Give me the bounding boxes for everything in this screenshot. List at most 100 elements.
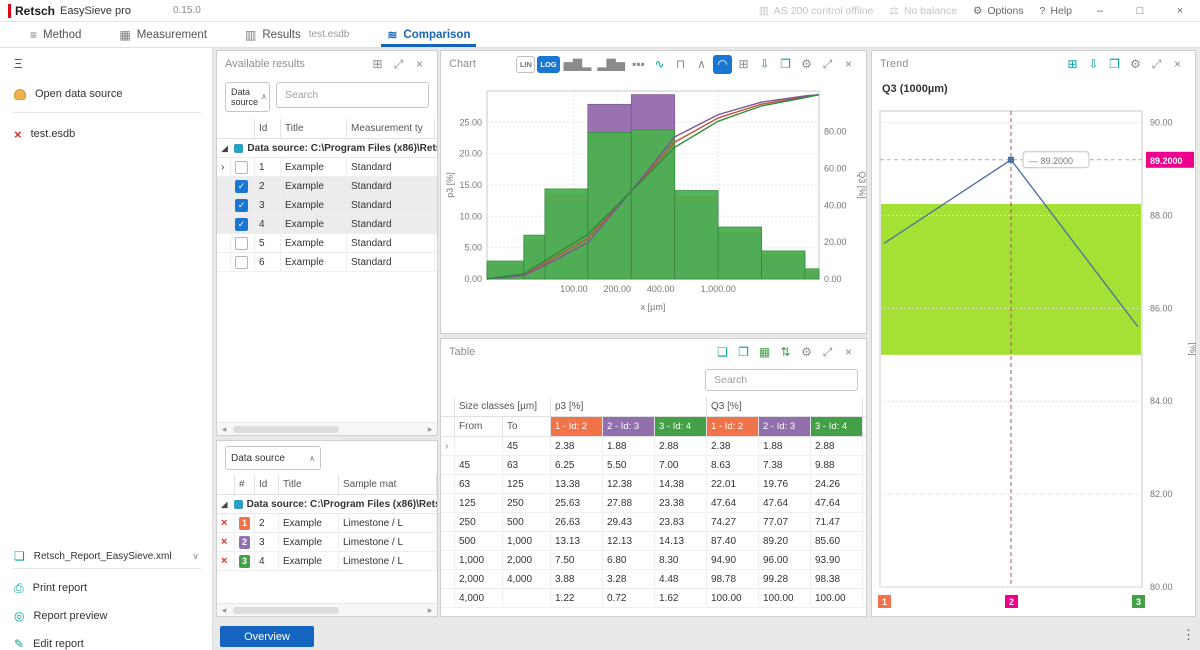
table-row[interactable]: 5001,00013.1312.1314.1387.4089.2085.60 (441, 532, 866, 551)
scroll-left-icon[interactable]: ◂ (217, 605, 231, 616)
table-columns-button[interactable]: ▦ (755, 343, 774, 362)
horizontal-scrollbar[interactable]: ◂ ▸ (217, 603, 437, 616)
curve-button[interactable]: ∿ (650, 55, 669, 74)
more-menu-button[interactable]: ⋮ (1182, 627, 1195, 643)
histogram-button[interactable]: ▅▇▂ (562, 55, 594, 74)
overview-button[interactable]: Overview (220, 626, 314, 647)
window-close-button[interactable]: × (1168, 5, 1192, 17)
remove-result-button[interactable]: × (221, 536, 227, 548)
tab-results[interactable]: ▥Resultstest.esdb (245, 22, 349, 47)
minimize-button[interactable]: – (1088, 5, 1112, 17)
grid-button[interactable]: ⊞ (734, 55, 753, 74)
row-checkbox[interactable] (235, 237, 248, 250)
report-preview-button[interactable]: ◎ Report preview (0, 604, 213, 628)
row-checkbox[interactable]: ✓ (235, 180, 248, 193)
scroll-right-icon[interactable]: ▸ (423, 424, 437, 435)
remove-datasource-icon[interactable]: × (14, 127, 22, 142)
area-curve-button[interactable]: ◠ (713, 55, 732, 74)
edit-report-button[interactable]: ✎ Edit report (0, 632, 213, 650)
scroll-right-icon[interactable]: ▸ (423, 605, 437, 616)
close-button[interactable]: × (1168, 55, 1187, 74)
copy-button[interactable]: ❐ (776, 55, 795, 74)
sort-button[interactable]: ⇅ (776, 343, 795, 362)
table-row[interactable]: 25050026.6329.4323.8374.2777.0771.47 (441, 513, 866, 532)
trend-chart[interactable]: 80.0082.0084.0086.0088.0090.00— 89.20008… (872, 101, 1196, 613)
scrollbar-track[interactable] (231, 606, 423, 615)
log-scale-button[interactable]: LOG (537, 56, 559, 73)
layout-grid-button[interactable]: ⊞ (368, 55, 387, 74)
maximize-button[interactable]: □ (1128, 5, 1152, 17)
help-button[interactable]: ? Help (1040, 5, 1072, 17)
selected-result-row[interactable]: ×23ExampleLimestone / L (217, 533, 437, 552)
expander-icon[interactable]: ◢ (219, 500, 230, 509)
corner-cell (441, 417, 455, 436)
table-search-input[interactable] (705, 369, 858, 391)
table-row[interactable]: 4,0001.220.721.62100.00100.00100.00 (441, 589, 866, 608)
close-button[interactable]: × (839, 55, 858, 74)
group-row[interactable]: ◢Data source: C:\Program Files (x86)\Ret… (217, 139, 437, 158)
linear-scale-button[interactable]: LIN (516, 56, 535, 73)
horizontal-scrollbar[interactable]: ◂ ▸ (217, 422, 437, 435)
row-checkbox[interactable] (235, 256, 248, 269)
table-row[interactable]: 12525025.6327.8823.3847.6447.6447.64 (441, 494, 866, 513)
result-row[interactable]: ✓2ExampleStandard (217, 177, 437, 196)
tab-comparison[interactable]: ≋Comparison (387, 22, 470, 47)
result-row[interactable]: 6ExampleStandard (217, 253, 437, 272)
step-curve-button[interactable]: ⊓ (671, 55, 690, 74)
results-search-input[interactable] (276, 82, 429, 108)
result-row[interactable]: ›1ExampleStandard (217, 158, 437, 177)
table-row[interactable]: 6312513.3812.3814.3822.0119.7624.26 (441, 475, 866, 494)
data-source-file-item[interactable]: × test.esdb (0, 122, 213, 146)
print-report-button[interactable]: ⎙ Print report (0, 576, 213, 600)
datasource-dropdown[interactable]: Data source ∧ (225, 446, 321, 470)
open-data-source-button[interactable]: Open data source (0, 82, 213, 106)
scroll-left-icon[interactable]: ◂ (217, 424, 231, 435)
scrollbar-thumb[interactable] (233, 607, 339, 614)
selected-result-row[interactable]: ×12ExampleLimestone / L (217, 514, 437, 533)
selected-result-row[interactable]: ×34ExampleLimestone / L (217, 552, 437, 571)
tab-method[interactable]: ≡Method (30, 22, 81, 47)
table-row[interactable]: ›452.381.882.882.381.882.88 (441, 437, 866, 456)
options-button[interactable]: ⚙ Options (973, 5, 1024, 17)
scrollbar-thumb[interactable] (233, 426, 339, 433)
settings-button[interactable]: ⚙ (1126, 55, 1145, 74)
expand-button[interactable]: ⤢ (818, 343, 837, 362)
chevron-down-icon[interactable]: ∨ (192, 551, 199, 562)
group-row[interactable]: ◢Data source: C:\Program Files (x86)\Ret… (217, 495, 437, 514)
result-row[interactable]: ✓3ExampleStandard (217, 196, 437, 215)
save-button[interactable]: ⇩ (1084, 55, 1103, 74)
result-row[interactable]: ✓4ExampleStandard (217, 215, 437, 234)
expander-icon[interactable]: ◢ (219, 144, 230, 153)
copy-button[interactable]: ❐ (734, 343, 753, 362)
close-button[interactable]: × (839, 343, 858, 362)
cell-from: 250 (455, 513, 503, 531)
peak-curve-button[interactable]: ∧ (692, 55, 711, 74)
close-button[interactable]: × (410, 55, 429, 74)
table-row[interactable]: 1,0002,0007.506.808.3094.9096.0093.90 (441, 551, 866, 570)
scrollbar-track[interactable] (231, 425, 423, 434)
expand-button[interactable]: ⤢ (389, 55, 408, 74)
tab-measurement[interactable]: ▦Measurement (119, 22, 207, 47)
row-checkbox[interactable] (235, 161, 248, 174)
row-checkbox[interactable]: ✓ (235, 218, 248, 231)
expand-button[interactable]: ⤢ (818, 55, 837, 74)
grid-button[interactable]: ⊞ (1063, 55, 1082, 74)
export-button[interactable]: ❏ (713, 343, 732, 362)
histogram-dashed-button[interactable]: ▪▪▪ (629, 55, 648, 74)
settings-button[interactable]: ⚙ (797, 55, 816, 74)
remove-result-button[interactable]: × (221, 555, 227, 567)
expand-button[interactable]: ⤢ (1147, 55, 1166, 74)
save-button[interactable]: ⇩ (755, 55, 774, 74)
group-by-dropdown[interactable]: Data source ∧ (225, 82, 270, 112)
histogram-outline-button[interactable]: ▂▇▅ (595, 55, 627, 74)
result-row[interactable]: 5ExampleStandard (217, 234, 437, 253)
table-row[interactable]: 2,0004,0003.883.284.4898.7899.2898.38 (441, 570, 866, 589)
remove-result-button[interactable]: × (221, 517, 227, 529)
copy-button[interactable]: ❐ (1105, 55, 1124, 74)
row-checkbox[interactable]: ✓ (235, 199, 248, 212)
panel-header: Available results ⊞⤢× (217, 51, 437, 77)
table-row[interactable]: 45636.255.507.008.637.389.88 (441, 456, 866, 475)
particle-size-chart[interactable]: 0.005.0010.0015.0020.0025.000.0020.0040.… (443, 79, 866, 317)
report-file-item[interactable]: ❏ Retsch_Report_EasySieve.xml ∨ (0, 544, 213, 568)
settings-button[interactable]: ⚙ (797, 343, 816, 362)
